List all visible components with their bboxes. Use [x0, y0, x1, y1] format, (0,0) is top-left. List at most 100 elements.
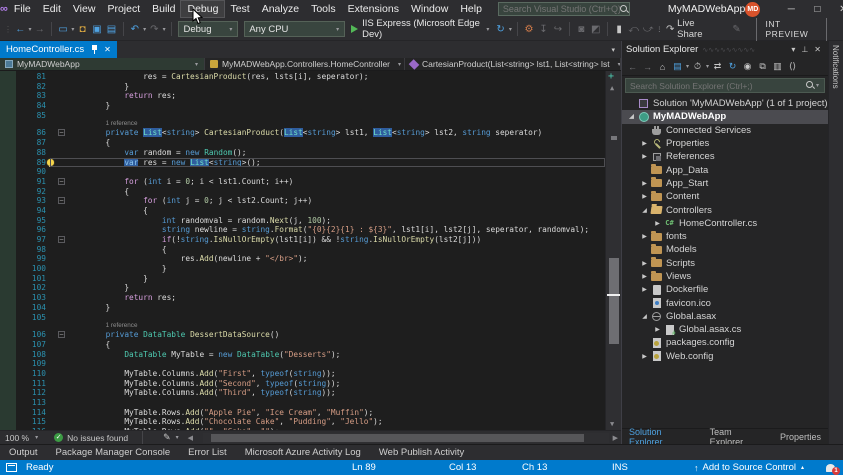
- nuget-icon[interactable]: ◉: [741, 60, 754, 73]
- prev-bookmark-icon[interactable]: ⤺: [627, 22, 639, 36]
- edit-mode-dropdown[interactable]: ▾: [176, 434, 179, 441]
- step-into-icon[interactable]: ↧: [537, 22, 549, 36]
- menu-project[interactable]: Project: [101, 1, 146, 17]
- switch-views-dropdown[interactable]: ▾: [686, 63, 689, 70]
- panel-tab-error-list[interactable]: Error List: [179, 447, 236, 458]
- open-folder-icon[interactable]: ◘: [76, 22, 88, 36]
- code-line[interactable]: 89 var res = new List<string>();: [0, 158, 605, 168]
- code-line[interactable]: 109: [0, 359, 605, 369]
- vertical-scrollbar[interactable]: + ▲ ▼: [605, 71, 621, 430]
- code-lines[interactable]: 81 res = CartesianProduct(res, lsts[i], …: [0, 72, 605, 430]
- horizontal-scroll-thumb[interactable]: [211, 434, 584, 442]
- se-tab-properties[interactable]: Properties: [773, 432, 828, 442]
- tab-list-dropdown[interactable]: ▾: [611, 46, 621, 58]
- navigate-back-dropdown[interactable]: ▾: [28, 26, 31, 33]
- panel-pin-icon[interactable]: ⊥: [798, 45, 811, 54]
- show-all-files-icon[interactable]: ▥: [771, 60, 784, 73]
- tree-item-fonts[interactable]: ▶fonts: [622, 230, 828, 243]
- notifications-tab[interactable]: Notifications: [831, 45, 840, 89]
- code-line[interactable]: 83 return res;: [0, 91, 605, 101]
- refresh-icon[interactable]: ↻: [726, 60, 739, 73]
- collapsed-arrow-icon[interactable]: ▶: [639, 233, 650, 240]
- code-line[interactable]: 85: [0, 111, 605, 121]
- fold-collapse-icon[interactable]: –: [58, 129, 65, 136]
- bookmark-icon[interactable]: ▮: [613, 22, 625, 36]
- int-preview-button[interactable]: INT PREVIEW: [756, 16, 828, 42]
- home-icon[interactable]: ⌂: [656, 60, 669, 73]
- code-line[interactable]: 95 int randomval = random.Next(j, 100);: [0, 216, 605, 226]
- refresh-icon[interactable]: ↻: [494, 22, 506, 36]
- collapsed-arrow-icon[interactable]: ▶: [639, 273, 650, 280]
- attach-process-icon[interactable]: ⚙: [523, 22, 535, 36]
- horizontal-scrollbar[interactable]: [203, 433, 609, 443]
- code-line[interactable]: 99 res.Add(newline + "</br>");: [0, 254, 605, 264]
- platform-select[interactable]: Any CPU▾: [244, 21, 345, 37]
- status-column[interactable]: Col 13: [445, 462, 480, 473]
- minimize-button[interactable]: ─: [778, 0, 804, 18]
- scroll-left-icon[interactable]: ◀: [188, 434, 193, 442]
- fold-collapse-icon[interactable]: –: [58, 236, 65, 243]
- code-line[interactable]: 116 MyTable.Rows.Add("", "Cake", "");: [0, 427, 605, 430]
- tree-item-dockerfile[interactable]: ▶Dockerfile: [622, 283, 828, 296]
- code-line[interactable]: 111 MyTable.Columns.Add("Second", typeof…: [0, 379, 605, 389]
- redo-icon[interactable]: ↷: [148, 22, 160, 36]
- user-avatar[interactable]: MD: [745, 2, 760, 17]
- tree-item-packages-config[interactable]: packages.config: [622, 336, 828, 349]
- code-line[interactable]: 88 var random = new Random();: [0, 148, 605, 158]
- menu-file[interactable]: File: [8, 1, 37, 17]
- code-line[interactable]: 82 }: [0, 82, 605, 92]
- breadcrumb-project[interactable]: MyMADWebApp▾: [0, 58, 205, 70]
- tree-item-global-asax-cs[interactable]: ▶Global.asax.cs: [622, 323, 828, 336]
- code-line[interactable]: 107 {: [0, 340, 605, 350]
- code-line[interactable]: 110 MyTable.Columns.Add("First", typeof(…: [0, 369, 605, 379]
- feedback-icon[interactable]: ✎: [731, 22, 743, 36]
- forward-icon[interactable]: →: [641, 60, 654, 73]
- undo-icon[interactable]: ↶: [129, 22, 141, 36]
- save-all-icon[interactable]: ▤: [105, 22, 117, 36]
- fold-collapse-icon[interactable]: –: [58, 331, 65, 338]
- collapsed-arrow-icon[interactable]: ▶: [652, 220, 663, 227]
- panel-menu-icon[interactable]: ▾: [788, 45, 798, 54]
- expanded-arrow-icon[interactable]: ◢: [626, 113, 637, 120]
- panel-tab-output[interactable]: Output: [0, 447, 47, 458]
- search-input[interactable]: [503, 4, 620, 14]
- code-line[interactable]: 115 MyTable.Rows.Add("Chocolate Cake", "…: [0, 417, 605, 427]
- undo-dropdown[interactable]: ▾: [143, 26, 146, 33]
- back-icon[interactable]: ←: [626, 60, 639, 73]
- code-editor[interactable]: 81 res = CartesianProduct(res, lsts[i], …: [0, 71, 621, 430]
- tree-item-web-config[interactable]: ▶Web.config: [622, 350, 828, 363]
- sync-active-document-icon[interactable]: ⇄: [711, 60, 724, 73]
- menu-analyze[interactable]: Analyze: [256, 1, 305, 17]
- tree-item-content[interactable]: ▶Content: [622, 190, 828, 203]
- tree-item-mymadwebapp[interactable]: ◢MyMADWebApp: [622, 110, 828, 123]
- menu-debug[interactable]: Debug: [181, 1, 224, 17]
- panel-close-icon[interactable]: ✕: [811, 45, 824, 54]
- scroll-up-icon[interactable]: ▲: [610, 84, 614, 92]
- collapsed-arrow-icon[interactable]: ▶: [639, 140, 650, 147]
- code-line[interactable]: 106– private DataTable DessertDataSource…: [0, 330, 605, 340]
- add-to-source-control-button[interactable]: Add to Source Control: [703, 462, 796, 473]
- tree-item-models[interactable]: Models: [622, 243, 828, 256]
- code-line[interactable]: 81 res = CartesianProduct(res, lsts[i], …: [0, 72, 605, 82]
- live-share-button[interactable]: ↷ Live Share: [663, 18, 715, 40]
- collapsed-arrow-icon[interactable]: ▶: [639, 286, 650, 293]
- redo-dropdown[interactable]: ▾: [163, 26, 166, 33]
- code-icon[interactable]: ⟨⟩: [786, 60, 799, 73]
- menu-window[interactable]: Window: [405, 1, 454, 17]
- menu-help[interactable]: Help: [454, 1, 488, 17]
- breakpoint-icon[interactable]: ◙: [575, 22, 587, 36]
- solution-explorer-header[interactable]: Solution Explorer ∿∿∿∿∿∿∿∿∿ ▾ ⊥ ✕: [622, 41, 828, 58]
- switch-views-icon[interactable]: ▤: [671, 60, 684, 73]
- menu-edit[interactable]: Edit: [37, 1, 67, 17]
- collapsed-arrow-icon[interactable]: ▶: [639, 260, 650, 267]
- code-line[interactable]: 103 return res;: [0, 293, 605, 303]
- step-over-icon[interactable]: ↪: [552, 22, 564, 36]
- pending-changes-icon[interactable]: ⏱: [691, 60, 704, 73]
- code-line[interactable]: 101 }: [0, 274, 605, 284]
- tree-item-properties[interactable]: ▶Properties: [622, 137, 828, 150]
- code-line[interactable]: 108 DataTable MyTable = new DataTable("D…: [0, 350, 605, 360]
- save-icon[interactable]: ▣: [91, 22, 103, 36]
- search-box[interactable]: [498, 2, 630, 16]
- fold-collapse-icon[interactable]: –: [58, 178, 65, 185]
- edit-mode-icon[interactable]: ✎: [163, 432, 171, 443]
